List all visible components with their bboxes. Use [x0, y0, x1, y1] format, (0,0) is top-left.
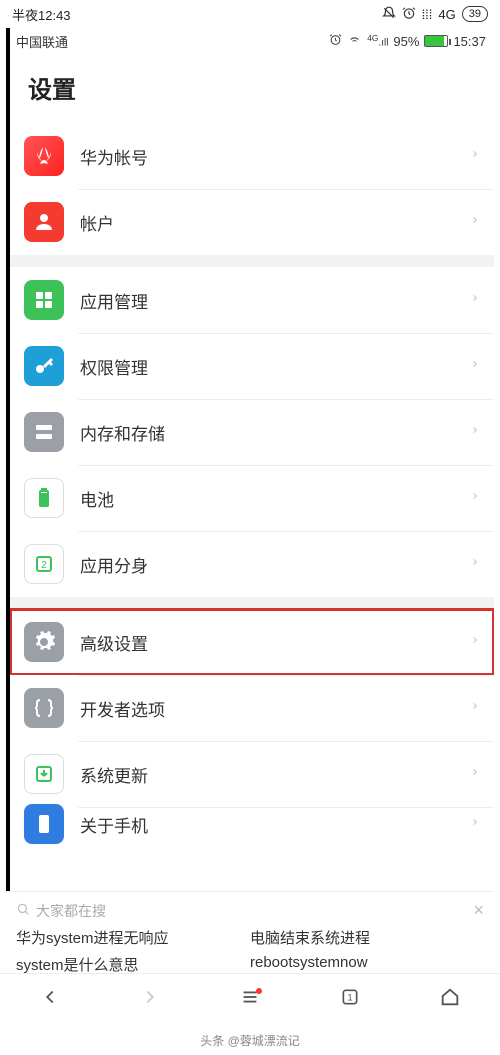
settings-row-about[interactable]: 关于手机: [10, 807, 494, 841]
tabs-button[interactable]: 1: [320, 987, 380, 1013]
search-icon: [16, 902, 30, 919]
menu-button[interactable]: [220, 986, 280, 1014]
row-label: 开发者选项: [80, 696, 470, 721]
row-label: 内存和存储: [80, 420, 470, 445]
gear-icon: [24, 622, 64, 662]
outer-time: 半夜12:43: [12, 5, 71, 24]
signal-icon: ⁞⁞⁞: [422, 7, 433, 22]
suggest-item[interactable]: 华为system进程无响应: [16, 927, 250, 948]
svg-text:1: 1: [347, 992, 352, 1002]
settings-row-dev[interactable]: 开发者选项: [10, 675, 494, 741]
chevron-right-icon: [470, 763, 480, 786]
chevron-right-icon: [470, 553, 480, 576]
chevron-right-icon: [470, 631, 480, 654]
row-label: 应用分身: [80, 552, 470, 577]
battery-icon: [24, 478, 64, 518]
chevron-right-icon: [470, 211, 480, 234]
storage-icon: [24, 412, 64, 452]
row-label: 系统更新: [80, 762, 470, 787]
settings-row-perm[interactable]: 权限管理: [10, 333, 494, 399]
alarm-icon: [329, 33, 342, 49]
close-icon[interactable]: ×: [473, 900, 484, 921]
chevron-right-icon: [470, 487, 480, 510]
chevron-right-icon: [470, 813, 480, 836]
inner-screenshot: 中国联通 4G.ıll 95% 15:37 设置 华为帐号帐户应用管理权限管理内…: [6, 28, 494, 898]
settings-list: 华为帐号帐户应用管理权限管理内存和存储电池 2 应用分身高级设置开发者选项系统更新关…: [10, 123, 494, 841]
apps-icon: [24, 280, 64, 320]
outer-battery: 39: [462, 6, 488, 22]
settings-row-storage[interactable]: 内存和存储: [10, 399, 494, 465]
chevron-right-icon: [470, 421, 480, 444]
settings-row-battery[interactable]: 电池: [10, 465, 494, 531]
settings-row-update[interactable]: 系统更新: [10, 741, 494, 807]
network-label: 4G: [438, 7, 455, 22]
carrier-label: 中国联通: [16, 32, 68, 51]
row-label: 华为帐号: [80, 144, 470, 169]
chevron-right-icon: [470, 355, 480, 378]
suggest-header: 大家都在搜: [36, 901, 106, 921]
battery-icon: [424, 35, 448, 47]
browser-toolbar: 1: [0, 973, 500, 1025]
alarm-icon: [402, 6, 416, 23]
huawei-icon: [24, 136, 64, 176]
account-icon: [24, 202, 64, 242]
page-title: 设置: [10, 54, 494, 123]
mute-icon: [382, 6, 396, 23]
about-icon: [24, 804, 64, 844]
clone-icon: 2: [24, 544, 64, 584]
forward-button[interactable]: [120, 986, 180, 1014]
chevron-right-icon: [470, 697, 480, 720]
svg-text:2: 2: [41, 560, 47, 571]
outer-status-bar: 半夜12:43 ⁞⁞⁞ 4G 39: [0, 0, 500, 28]
row-label: 帐户: [80, 210, 470, 235]
suggest-item[interactable]: 电脑结束系统进程: [250, 927, 484, 948]
suggest-item[interactable]: system是什么意思: [16, 954, 250, 975]
update-icon: [24, 754, 64, 794]
settings-row-account[interactable]: 帐户: [10, 189, 494, 255]
battery-pct: 95%: [393, 34, 419, 49]
row-label: 权限管理: [80, 354, 470, 379]
braces-icon: [24, 688, 64, 728]
row-label: 高级设置: [80, 630, 470, 655]
wifi-icon: [347, 33, 362, 49]
home-button[interactable]: [420, 986, 480, 1014]
inner-time: 15:37: [453, 34, 486, 49]
inner-status-bar: 中国联通 4G.ıll 95% 15:37: [10, 28, 494, 54]
chevron-right-icon: [470, 145, 480, 168]
signal-icon: 4G.ıll: [367, 33, 388, 48]
attribution: 头条 @蓉城漂流记: [0, 1032, 500, 1049]
row-label: 应用管理: [80, 288, 470, 313]
key-icon: [24, 346, 64, 386]
settings-row-advanced[interactable]: 高级设置: [10, 609, 494, 675]
search-suggestions: 大家都在搜 × 华为system进程无响应 电脑结束系统进程 system是什么…: [6, 891, 494, 985]
chevron-right-icon: [470, 289, 480, 312]
settings-row-apps[interactable]: 应用管理: [10, 267, 494, 333]
row-label: 电池: [80, 486, 470, 511]
row-label: 关于手机: [80, 812, 470, 837]
suggest-item[interactable]: rebootsystemnow: [250, 954, 484, 975]
settings-row-clone[interactable]: 2 应用分身: [10, 531, 494, 597]
settings-row-huawei[interactable]: 华为帐号: [10, 123, 494, 189]
back-button[interactable]: [20, 986, 80, 1014]
